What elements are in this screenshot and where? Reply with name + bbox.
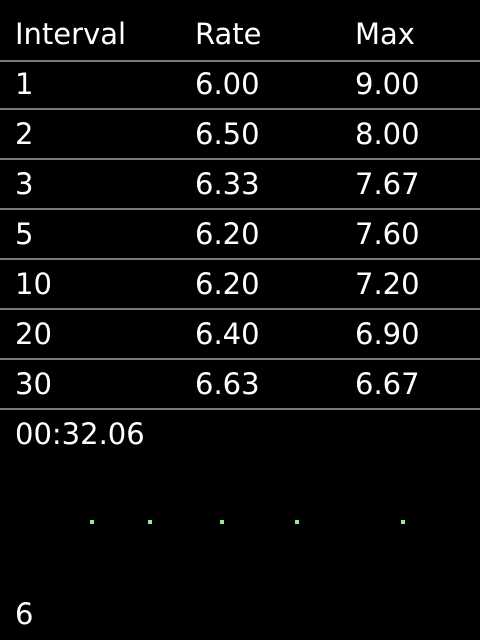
table-row: 1 6.00 9.00 — [0, 60, 480, 110]
column-header-max: Max — [355, 17, 415, 51]
table-row: 2 6.50 8.00 — [0, 110, 480, 160]
column-header-interval: Interval — [15, 17, 127, 51]
max-cell: 7.60 — [355, 217, 420, 251]
max-cell: 7.67 — [355, 167, 420, 201]
interval-cell: 30 — [15, 367, 52, 401]
rate-cell: 6.00 — [195, 67, 260, 101]
table-row: 5 6.20 7.60 — [0, 210, 480, 260]
rate-cell: 6.20 — [195, 217, 260, 251]
interval-cell: 20 — [15, 317, 52, 351]
interval-cell: 10 — [15, 267, 52, 301]
tap-count: 6 — [15, 597, 34, 631]
tap-dot — [220, 520, 224, 524]
max-cell: 9.00 — [355, 67, 420, 101]
tap-dot — [401, 520, 405, 524]
elapsed-timer: 00:32.06 — [15, 417, 145, 451]
column-header-rate: Rate — [195, 17, 262, 51]
rate-cell: 6.33 — [195, 167, 260, 201]
max-cell: 8.00 — [355, 117, 420, 151]
rate-cell: 6.63 — [195, 367, 260, 401]
tap-dot — [90, 520, 94, 524]
table-row: 10 6.20 7.20 — [0, 260, 480, 310]
table-header-row: Interval Rate Max — [0, 10, 480, 60]
table-row: 30 6.63 6.67 — [0, 360, 480, 410]
max-cell: 6.90 — [355, 317, 420, 351]
table-row: 20 6.40 6.90 — [0, 310, 480, 360]
interval-cell: 3 — [15, 167, 34, 201]
table-row: 3 6.33 7.67 — [0, 160, 480, 210]
rate-cell: 6.50 — [195, 117, 260, 151]
tap-dot — [295, 520, 299, 524]
tap-dot — [148, 520, 152, 524]
max-cell: 6.67 — [355, 367, 420, 401]
interval-cell: 1 — [15, 67, 34, 101]
rate-cell: 6.20 — [195, 267, 260, 301]
rate-cell: 6.40 — [195, 317, 260, 351]
max-cell: 7.20 — [355, 267, 420, 301]
interval-cell: 2 — [15, 117, 34, 151]
interval-cell: 5 — [15, 217, 34, 251]
